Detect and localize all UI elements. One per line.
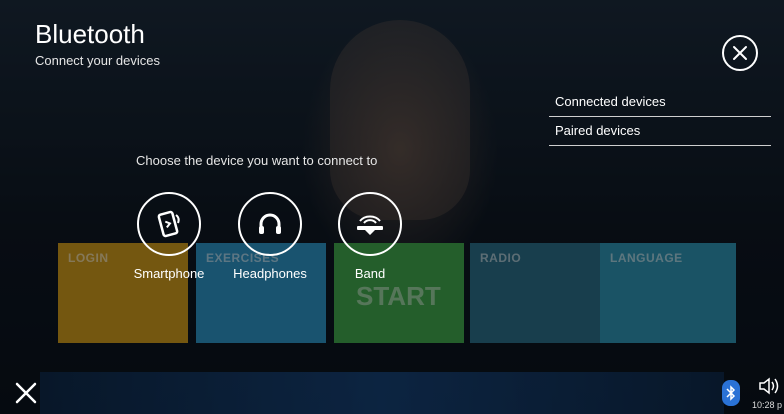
headphones-label: Headphones: [233, 266, 307, 281]
bluetooth-icon: [726, 385, 736, 401]
device-prompt: Choose the device you want to connect to: [136, 153, 378, 168]
device-menu: Connected devices Paired devices: [549, 88, 771, 146]
close-dialog-button[interactable]: [722, 35, 758, 71]
device-headphones[interactable]: Headphones: [225, 192, 315, 281]
close-icon: [733, 46, 747, 60]
page-subtitle: Connect your devices: [35, 53, 161, 68]
smartphone-icon: [157, 210, 180, 238]
volume-button[interactable]: [758, 376, 780, 401]
smartphone-label: Smartphone: [133, 266, 205, 281]
device-band[interactable]: Band: [325, 192, 415, 281]
close-icon: [15, 382, 37, 404]
bluetooth-status-icon[interactable]: [722, 380, 740, 406]
smartphone-button[interactable]: [137, 192, 201, 256]
menu-paired-devices[interactable]: Paired devices: [549, 117, 771, 146]
page-title: Bluetooth: [35, 19, 145, 49]
band-icon: [357, 215, 383, 235]
volume-icon: [759, 377, 779, 395]
band-label: Band: [354, 266, 386, 281]
band-button[interactable]: [338, 192, 402, 256]
clock: 10:28 p: [752, 400, 783, 410]
menu-connected-devices[interactable]: Connected devices: [549, 88, 771, 117]
headphones-button[interactable]: [238, 192, 302, 256]
close-button[interactable]: [15, 380, 37, 410]
headphones-icon: [259, 213, 281, 234]
device-smartphone[interactable]: Smartphone: [124, 192, 214, 281]
